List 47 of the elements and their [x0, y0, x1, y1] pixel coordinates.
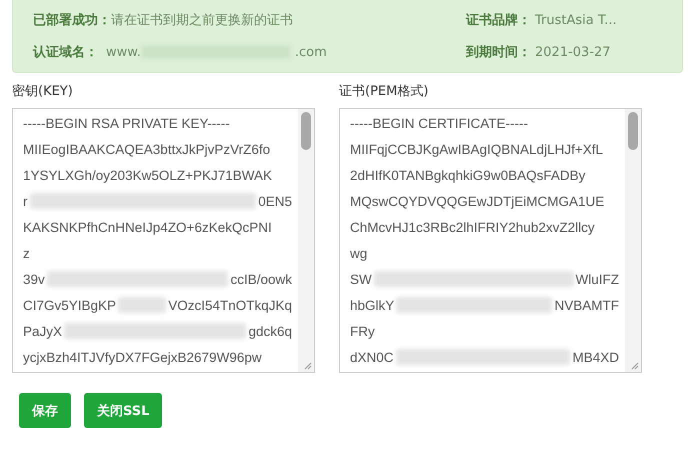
code-line: gdck6q — [248, 324, 292, 338]
code-line: MIIFqjCCBJKgAwIBAgIQBNALdjLHJf+XfL — [350, 142, 603, 156]
code-line: 39v — [23, 272, 45, 286]
field-label: 证书(PEM格式) — [339, 83, 430, 101]
code-line: SW — [350, 272, 372, 286]
code-line: dXN0C — [350, 350, 394, 364]
code-line: hbGlkY — [350, 298, 394, 312]
code-line: WluIFZ — [576, 272, 619, 286]
notice-label: 已部署成功： — [33, 12, 111, 29]
code-line: CI7Gv5YIBgKP — [23, 298, 116, 312]
code-line: -----BEGIN CERTIFICATE----- — [350, 116, 528, 130]
code-line: wg — [350, 246, 368, 260]
code-line: 1YSYLXGh/oy203Kw5OLZ+PKJ71BWAK — [23, 168, 272, 182]
code-line: r — [23, 194, 28, 208]
notice-value: 请在证书到期之前更换新的证书 — [111, 12, 293, 29]
code-line: -----BEGIN RSA PRIVATE KEY----- — [23, 116, 230, 130]
code-line: ycjxBzh4ITJVfyDX7FGejxB2679W96pw — [23, 350, 262, 364]
code-line: ccIB/oowk — [230, 272, 292, 286]
code-line: MB4XD — [572, 350, 619, 364]
code-line: 2dHIfK0TANBgkqhkiG9w0BAQsFADBy — [350, 168, 586, 182]
code-line: VOzcI54TnOTkqJKq — [168, 298, 292, 312]
code-line: FRy — [350, 324, 375, 338]
code-line: MIIEogIBAAKCAQEA3bttxJkPjvPzVrZ6fo — [23, 142, 270, 156]
notice-label: 认证域名： — [33, 44, 98, 61]
code-line: 0EN5 — [258, 194, 292, 208]
text-area[interactable] — [339, 108, 642, 373]
scrollbar-thumb[interactable] — [301, 112, 311, 150]
code-line: z — [23, 246, 30, 260]
notice-value: www. — [106, 44, 141, 60]
resize-grip-icon[interactable] — [631, 362, 639, 370]
code-line: ChMcvHJ1c3RBc2lhIFRIY2hub2xvZ2llcy — [350, 220, 595, 234]
code-line: NVBAMTF — [554, 298, 619, 312]
blurred-area — [118, 297, 166, 313]
code-line: MQswCQYDVQQGEwJDTjEiMCMGA1UE — [350, 194, 604, 208]
text-area[interactable] — [12, 108, 315, 373]
notice-label: 到期时间： — [466, 44, 531, 61]
code-line: KAKSNKPfhCnHNeIJp4ZO+6zKekQcPNI — [23, 220, 272, 234]
action-button[interactable]: 保存 — [19, 393, 71, 428]
notice-label: 证书品牌： — [466, 12, 531, 29]
scrollbar-thumb[interactable] — [628, 112, 638, 150]
resize-grip-icon[interactable] — [304, 362, 312, 370]
field-label: 密钥(KEY) — [12, 83, 74, 101]
notice-value: .com — [294, 44, 327, 60]
code-line: PaJyX — [23, 324, 62, 338]
action-button[interactable]: 关闭SSL — [84, 393, 162, 428]
notice-value: TrustAsia T... — [535, 12, 617, 28]
notice-value: 2021-03-27 — [535, 44, 611, 60]
